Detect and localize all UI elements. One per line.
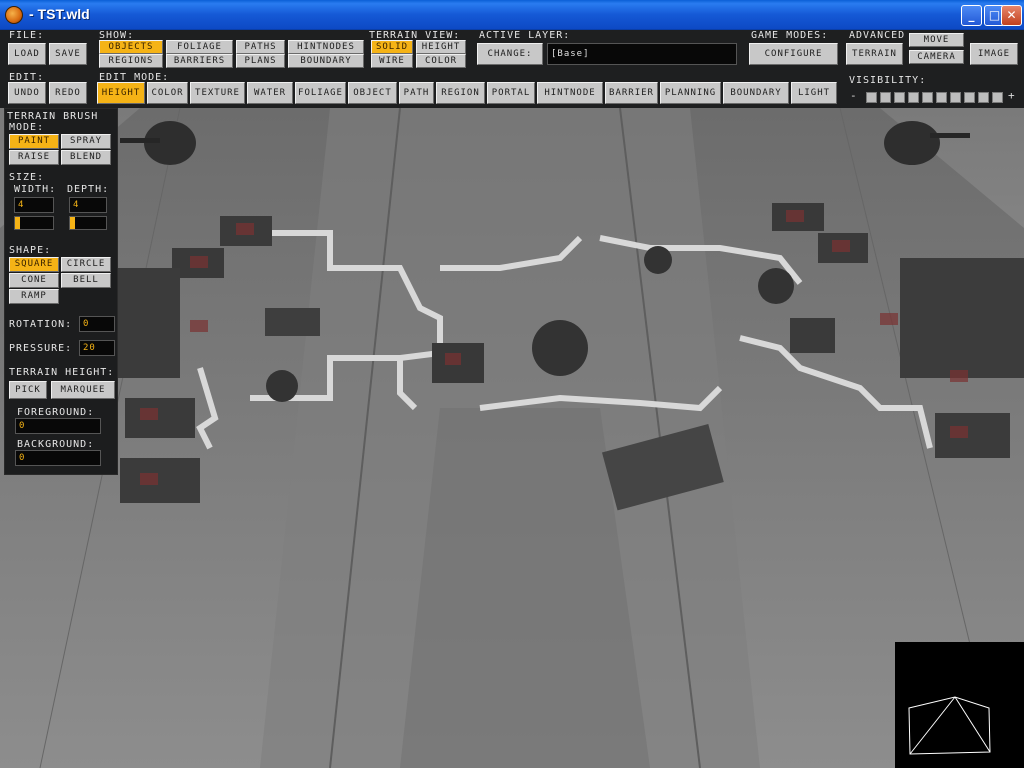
mode-spray-button[interactable]: Spray [61, 134, 111, 149]
show-paths-button[interactable]: Paths [236, 40, 285, 54]
visibility-slider-cell[interactable] [936, 92, 947, 103]
mode-blend-button[interactable]: Blend [61, 150, 111, 165]
terrain-brush-title: Terrain Brush [7, 111, 99, 122]
file-label: File: [9, 30, 45, 41]
app-icon[interactable] [5, 6, 23, 24]
show-regions-button[interactable]: Regions [99, 54, 163, 68]
visibility-slider-cell[interactable] [978, 92, 989, 103]
active-layer-label: Active Layer: [479, 30, 571, 41]
minimize-button[interactable]: _ [961, 5, 982, 26]
edit-mode-texture-button[interactable]: Texture [190, 82, 245, 104]
visibility-slider-cell[interactable] [964, 92, 975, 103]
edit-mode-light-button[interactable]: Light [791, 82, 837, 104]
show-objects-button[interactable]: Objects [99, 40, 163, 54]
visibility-slider-cell[interactable] [880, 92, 891, 103]
turret-barrel [930, 133, 970, 138]
load-button[interactable]: Load [8, 43, 46, 65]
rotation-label: Rotation: [9, 319, 73, 330]
edit-mode-planning-button[interactable]: Planning [660, 82, 721, 104]
change-layer-button[interactable]: Change: [477, 43, 543, 65]
visibility-slider-cell[interactable] [894, 92, 905, 103]
width-slider-thumb[interactable] [15, 217, 20, 229]
visibility-decrease-button[interactable]: - [850, 89, 857, 102]
edit-mode-barrier-button[interactable]: Barrier [605, 82, 658, 104]
undo-button[interactable]: Undo [8, 82, 46, 104]
pressure-label: Pressure: [9, 343, 73, 354]
shape-label: Shape: [9, 245, 52, 256]
visibility-label: Visibility: [849, 75, 927, 86]
terrain-brush-panel: Terrain Brush Mode: Paint Spray Raise Bl… [4, 108, 118, 475]
edit-mode-region-button[interactable]: Region [436, 82, 485, 104]
camera-navigator[interactable] [895, 642, 1024, 768]
advanced-move-button[interactable]: Move [909, 33, 964, 47]
edit-mode-foliage-button[interactable]: Foliage [295, 82, 346, 104]
terrain-viewport[interactable] [0, 108, 1024, 768]
show-foliage-button[interactable]: Foliage [166, 40, 233, 54]
mode-raise-button[interactable]: Raise [9, 150, 59, 165]
depth-label: Depth: [67, 184, 110, 195]
background-label: Background: [17, 439, 95, 450]
rotation-input[interactable]: 0 [79, 316, 115, 332]
foreground-input[interactable]: 0 [15, 418, 101, 434]
pressure-input[interactable]: 20 [79, 340, 115, 356]
depth-slider-thumb[interactable] [70, 217, 75, 229]
edit-mode-color-button[interactable]: Color [147, 82, 188, 104]
edit-mode-path-button[interactable]: Path [399, 82, 434, 104]
advanced-label: Advanced [849, 30, 906, 41]
width-input[interactable]: 4 [14, 197, 54, 213]
width-label: Width: [14, 184, 57, 195]
configure-button[interactable]: Configure [749, 43, 838, 65]
window-title-bar[interactable]: - TST.wld _ □ ✕ [0, 0, 1024, 30]
redo-button[interactable]: Redo [49, 82, 87, 104]
window-title: - TST.wld [29, 6, 90, 22]
mode-label: Mode: [9, 122, 45, 133]
terrain-height-label: Terrain Height: [9, 367, 115, 378]
depth-slider[interactable] [69, 216, 107, 230]
edit-mode-height-button[interactable]: Height [97, 82, 145, 104]
edit-mode-hintnode-button[interactable]: HintNode [537, 82, 603, 104]
show-plans-button[interactable]: Plans [236, 54, 285, 68]
shape-cone-button[interactable]: Cone [9, 273, 59, 288]
show-barriers-button[interactable]: Barriers [166, 54, 233, 68]
edit-mode-water-button[interactable]: Water [247, 82, 293, 104]
active-layer-field[interactable]: [Base] [547, 43, 737, 65]
advanced-terrain-button[interactable]: Terrain [846, 43, 903, 65]
advanced-camera-button[interactable]: Camera [909, 50, 964, 64]
edit-mode-boundary-button[interactable]: Boundary [723, 82, 789, 104]
size-label: Size: [9, 172, 45, 183]
show-hintnodes-button[interactable]: HintNodes [288, 40, 364, 54]
mode-paint-button[interactable]: Paint [9, 134, 59, 149]
close-button[interactable]: ✕ [1001, 5, 1022, 26]
visibility-slider-cell[interactable] [950, 92, 961, 103]
edit-mode-object-button[interactable]: Object [348, 82, 397, 104]
show-boundary-button[interactable]: Boundary [288, 54, 364, 68]
background-input[interactable]: 0 [15, 450, 101, 466]
camera-frustum-icon [908, 696, 991, 755]
visibility-increase-button[interactable]: + [1008, 89, 1015, 102]
visibility-slider-cell[interactable] [866, 92, 877, 103]
shape-bell-button[interactable]: Bell [61, 273, 111, 288]
terrain-view-color-button[interactable]: Color [416, 54, 466, 68]
shape-ramp-button[interactable]: Ramp [9, 289, 59, 304]
shape-square-button[interactable]: Square [9, 257, 59, 272]
advanced-image-button[interactable]: Image [970, 43, 1018, 65]
pick-button[interactable]: Pick [9, 381, 47, 399]
turret [884, 121, 940, 165]
marquee-button[interactable]: Marquee [51, 381, 115, 399]
terrain-view-wire-button[interactable]: Wire [371, 54, 413, 68]
width-slider[interactable] [14, 216, 54, 230]
terrain-scene[interactable] [0, 108, 1024, 768]
turret-barrel [120, 138, 160, 143]
save-button[interactable]: Save [49, 43, 87, 65]
visibility-slider-cell[interactable] [908, 92, 919, 103]
visibility-slider-cell[interactable] [922, 92, 933, 103]
shape-circle-button[interactable]: Circle [61, 257, 111, 272]
foreground-label: Foreground: [17, 407, 95, 418]
terrain-view-solid-button[interactable]: Solid [371, 40, 413, 54]
terrain-view-height-button[interactable]: Height [416, 40, 466, 54]
game-modes-label: Game Modes: [751, 30, 829, 41]
edit-mode-portal-button[interactable]: Portal [487, 82, 535, 104]
depth-input[interactable]: 4 [69, 197, 107, 213]
visibility-slider-cell[interactable] [992, 92, 1003, 103]
